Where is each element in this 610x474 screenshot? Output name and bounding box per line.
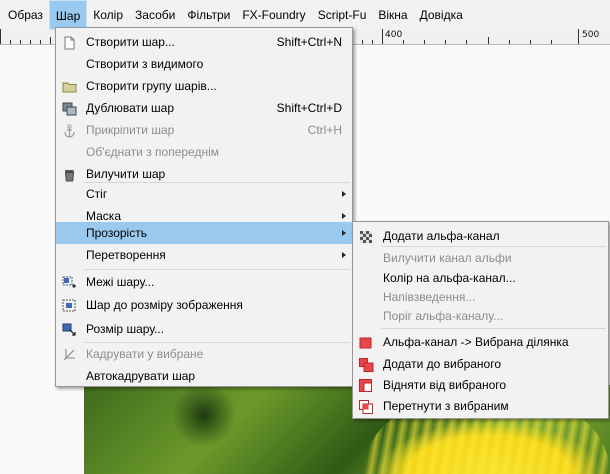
menu-item-new-layer[interactable]: Створити шар... Shift+Ctrl+N [56,31,352,53]
ruler-tick [530,40,531,44]
ruler-label-400: 400 [385,30,403,40]
menu-help[interactable]: Довідка [414,0,469,30]
new-layer-icon [62,35,77,50]
menu-item-threshold-alpha[interactable]: Поріг альфа-каналу... [353,305,608,327]
menu-item-anchor-layer[interactable]: Прикріпити шар Ctrl+H [56,119,352,141]
menu-item-new-layer-group[interactable]: Створити групу шарів... [56,75,352,97]
menu-item-scale-layer[interactable]: Розмір шару... [56,318,352,340]
duplicate-layer-icon [62,101,77,116]
menu-tools[interactable]: Засоби [129,0,181,30]
menu-separator [381,328,606,329]
menu-item-intersect-with-selection[interactable]: Перетнути з вибраним [353,395,608,417]
menu-separator [84,269,350,270]
layer-to-image-size-icon [62,298,77,312]
menu-item-add-to-selection[interactable]: Додати до вибраного [353,353,608,375]
menu-item-alpha-to-selection[interactable]: Альфа-канал -> Вибрана ділянка [353,331,608,353]
menu-colors[interactable]: Колір [87,0,129,30]
subtract-from-selection-icon [359,378,374,392]
menu-item-merge-down[interactable]: Об'єднати з попереднім [56,141,352,163]
submenu-arrow-icon [342,230,346,236]
menu-item-stack[interactable]: Стіг [56,183,352,205]
menu-windows[interactable]: Вікна [372,0,413,30]
ruler-tick [50,37,51,44]
ruler-tick [382,29,383,44]
submenu-arrow-icon [342,252,346,258]
submenu-arrow-icon [342,191,346,197]
menu-item-layer-to-image-size[interactable]: Шар до розміру зображення [56,294,352,316]
ruler-tick [551,40,552,44]
anchor-icon [62,123,77,138]
ruler-tick [403,40,404,44]
add-alpha-icon [359,229,374,243]
menu-item-layer-boundary-size[interactable]: Межі шару... [56,271,352,293]
ruler-tick [372,40,373,44]
intersect-selection-icon [359,399,374,414]
menu-item-crop-to-selection[interactable]: Кадрувати у вибране [56,343,352,365]
ruler-tick [445,40,446,44]
ruler-tick [488,37,489,44]
ruler-tick [30,40,31,44]
menu-item-transform[interactable]: Перетворення [56,244,352,266]
menu-item-subtract-from-selection[interactable]: Відняти від вибраного [353,374,608,396]
menu-fx-foundry[interactable]: FX-Foundry [236,0,311,30]
menu-image[interactable]: Образ [0,0,49,30]
trash-icon [62,167,77,182]
ruler-tick [578,29,579,44]
layer-menu: Створити шар... Shift+Ctrl+N Створити з … [55,27,353,387]
add-to-selection-icon [359,357,374,372]
ruler-tick [424,40,425,44]
ruler-tick [0,29,1,44]
crop-icon [62,347,77,361]
menu-item-remove-alpha-channel[interactable]: Вилучити канал альфи [353,247,608,269]
menubar: Образ Шар Колір Засоби Фільтри FX-Foundr… [0,0,610,30]
ruler-tick [362,40,363,44]
ruler-tick [10,40,11,44]
menu-layer[interactable]: Шар [48,0,88,30]
menu-item-duplicate-layer[interactable]: Дублювати шар Shift+Ctrl+D [56,97,352,119]
menu-item-autocrop-layer[interactable]: Автокадрувати шар [56,365,352,387]
ruler-label-500: 500 [582,30,600,40]
folder-icon [62,79,77,93]
menu-item-add-alpha-channel[interactable]: Додати альфа-канал [353,225,608,247]
ruler-tick [466,40,467,44]
menu-filters[interactable]: Фільтри [181,0,236,30]
ruler-tick [40,40,41,44]
menu-item-new-from-visible[interactable]: Створити з видимого [56,53,352,75]
transparency-submenu: Додати альфа-канал Вилучити канал альфи … [352,221,609,419]
alpha-to-selection-icon [359,335,374,349]
scale-layer-icon [62,322,77,336]
ruler-tick [20,40,21,44]
menu-item-transparency[interactable]: Прозорість [56,222,352,244]
menu-script-fu[interactable]: Script-Fu [312,0,373,30]
layer-boundary-icon [62,275,77,289]
ruler-tick [509,40,510,44]
submenu-arrow-icon [342,213,346,219]
